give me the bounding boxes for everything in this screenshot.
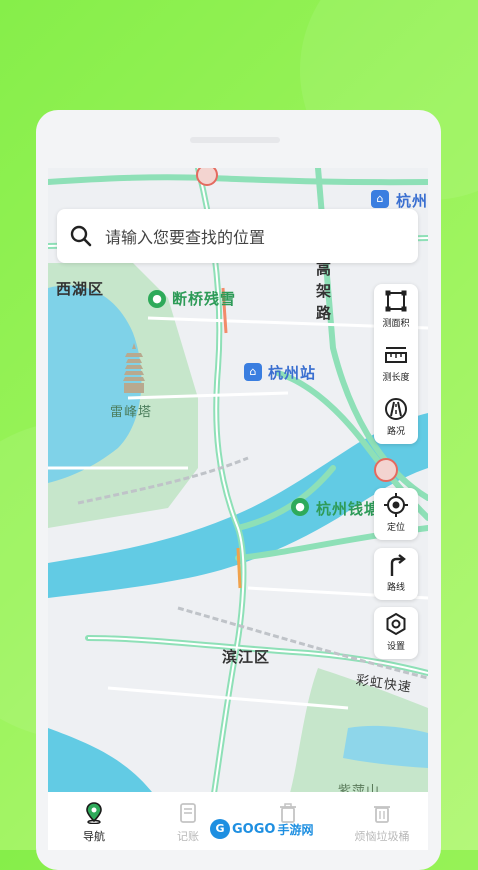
tab-notebook-label: 记账 [177, 830, 199, 843]
scenic-poi-icon[interactable]: ● [148, 290, 166, 308]
map-label-duanqiao: 断桥残雪 [172, 290, 237, 308]
traffic-icon [385, 398, 407, 420]
settings-button[interactable]: 设置 [374, 607, 418, 659]
phone-notch [190, 137, 280, 143]
map-label-binjiang: 滨江区 [222, 648, 271, 666]
map-label-hangzhou-station: 杭州站 [268, 364, 317, 382]
notebook-icon [180, 803, 196, 823]
tab-worry-bin[interactable]: 烦恼垃圾桶 [342, 792, 422, 850]
traffic-label: 路况 [386, 427, 405, 437]
map-label-xihu: 西湖区 [56, 280, 105, 298]
measure-area-label: 测面积 [382, 319, 410, 329]
route-label: 路线 [386, 583, 405, 593]
measure-area-button[interactable]: 测面积 [374, 284, 418, 336]
measure-length-label: 测长度 [382, 373, 410, 383]
search-icon [70, 225, 92, 247]
route-button[interactable]: 路线 [374, 548, 418, 600]
settings-icon [386, 612, 406, 636]
route-icon [390, 554, 406, 576]
measure-tool-group: 测面积 测长度 路况 [374, 284, 418, 444]
search-bar[interactable]: 请输入您要查找的位置 [57, 209, 418, 263]
traffic-sign-icon [374, 458, 398, 482]
qiantang-poi-icon[interactable]: ● [291, 498, 309, 516]
locate-button[interactable]: 定位 [374, 488, 418, 540]
watermark: G GOGO 手游网 [210, 818, 313, 840]
tab-worry-bin-label: 烦恼垃圾桶 [354, 830, 410, 843]
map-label-qiantang: 杭州钱塘 [316, 500, 381, 518]
search-placeholder: 请输入您要查找的位置 [105, 228, 266, 247]
navigation-pin-icon [86, 802, 102, 824]
map-label-hangzhou-top: 杭州 [396, 192, 428, 210]
train-station-icon[interactable]: ⌂ [244, 363, 262, 381]
settings-label: 设置 [386, 642, 405, 652]
map-label-leifeng: 雷峰塔 [110, 405, 153, 420]
pagoda-icon[interactable] [121, 343, 147, 393]
watermark-logo-icon: G [210, 819, 230, 839]
trash-can-icon [374, 806, 390, 823]
traffic-button[interactable]: 路况 [374, 392, 418, 444]
watermark-brand: GOGO [232, 821, 276, 837]
locate-icon [384, 493, 408, 517]
map-label-gaojia: 高架路 [316, 260, 333, 322]
tab-navigation[interactable]: 导航 [54, 792, 134, 850]
measure-length-button[interactable]: 测长度 [374, 338, 418, 390]
locate-label: 定位 [386, 523, 405, 533]
watermark-suffix: 手游网 [277, 822, 314, 837]
station-top-icon[interactable]: ⌂ [371, 190, 389, 208]
measure-length-icon [385, 347, 407, 363]
tab-navigation-label: 导航 [83, 830, 105, 843]
measure-area-icon [385, 290, 407, 312]
